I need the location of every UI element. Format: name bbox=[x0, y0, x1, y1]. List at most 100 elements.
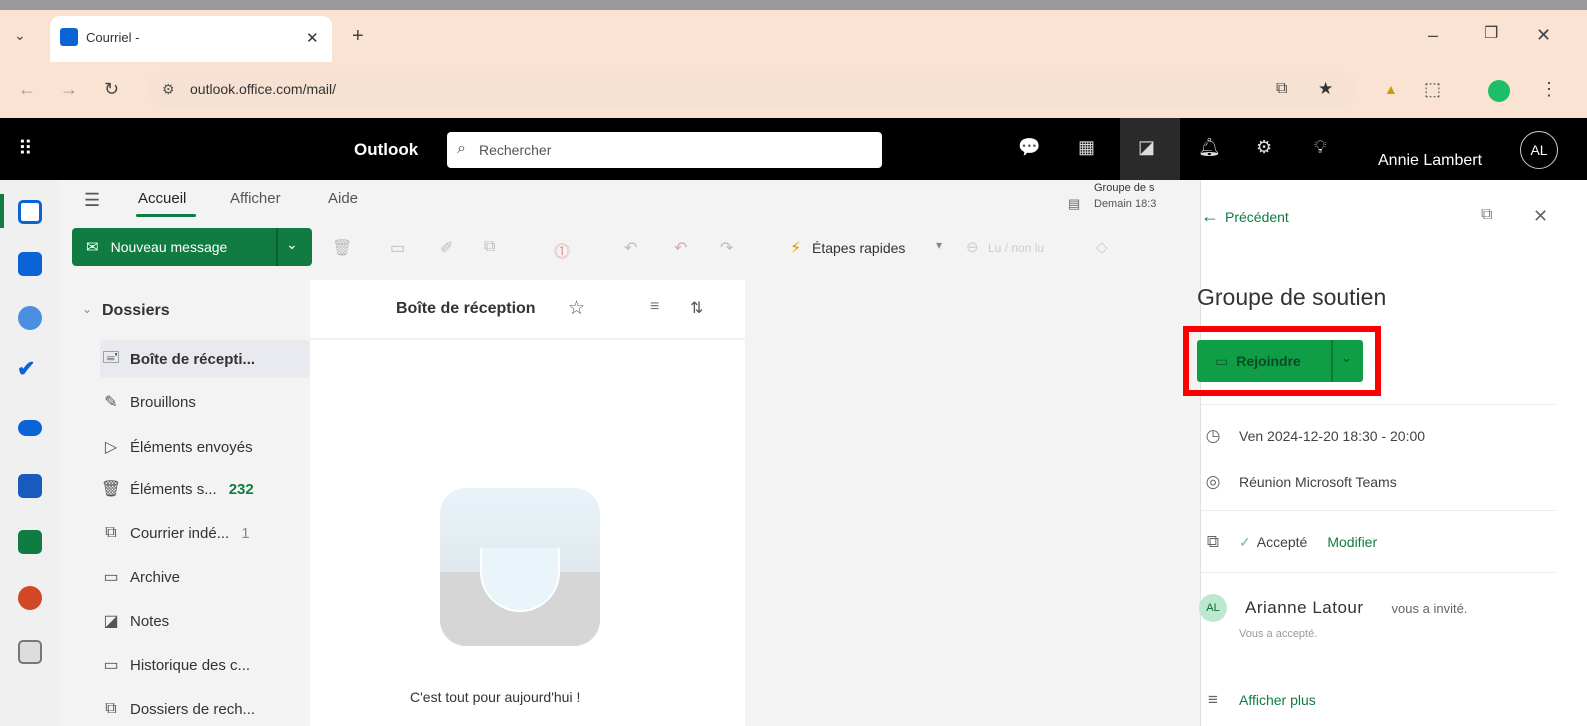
minimize-icon[interactable]: – bbox=[1428, 26, 1438, 44]
forward-mail-icon[interactable]: ↷ bbox=[720, 238, 733, 258]
folder-deleted[interactable]: 🗑︎ Éléments s... 232 bbox=[100, 470, 310, 508]
word-icon[interactable]: ▦ bbox=[1078, 138, 1095, 156]
site-info-icon[interactable]: ⚙ bbox=[162, 81, 175, 98]
outlook-favicon-icon bbox=[60, 28, 78, 46]
reload-icon[interactable]: ↻ bbox=[104, 80, 119, 98]
extension-icon[interactable]: ▲ bbox=[1384, 82, 1398, 96]
cast-icon[interactable]: ⧉ bbox=[1276, 80, 1287, 98]
hamburger-menu-icon[interactable]: ☰ bbox=[84, 190, 100, 211]
show-more-row[interactable]: ≡ Afficher plus bbox=[1201, 690, 1316, 710]
folder-junk[interactable]: ⧉ Courrier indé... 1 bbox=[100, 514, 310, 552]
filter-icon[interactable]: ≡ bbox=[650, 298, 659, 316]
quick-steps-button[interactable]: Étapes rapides bbox=[812, 240, 905, 256]
sweep-icon[interactable]: ✐ bbox=[440, 238, 453, 258]
empty-state-text: C'est tout pour aujourd'hui ! bbox=[410, 689, 581, 705]
tag-icon[interactable]: ◇ bbox=[1096, 238, 1108, 256]
word-app-icon[interactable] bbox=[18, 474, 42, 498]
teams-chat-icon[interactable]: 💬 bbox=[1018, 138, 1040, 156]
address-bar[interactable]: ⚙ outlook.office.com/mail/ ⧉ ★ bbox=[148, 71, 1356, 109]
tab-title: Courriel - bbox=[86, 30, 140, 45]
quick-steps-dropdown-icon[interactable]: ▾ bbox=[936, 238, 942, 252]
list-divider bbox=[310, 338, 745, 340]
back-button[interactable]: ← Précédent bbox=[1201, 206, 1289, 227]
bookmark-star-icon[interactable]: ★ bbox=[1318, 79, 1333, 99]
folder-pane: ⌄ Dossiers 🖃︎ Boîte de récepti... ✎ Brou… bbox=[60, 280, 310, 726]
move-to-icon[interactable]: ⧉ bbox=[484, 238, 495, 256]
show-more-link[interactable]: Afficher plus bbox=[1239, 692, 1316, 708]
organizer-avatar[interactable]: AL bbox=[1199, 594, 1227, 622]
folder-sent[interactable]: ▷ Éléments envoyés bbox=[100, 428, 310, 466]
new-tab-button[interactable]: + bbox=[352, 26, 364, 46]
delete-icon[interactable]: 🗑︎ bbox=[332, 238, 352, 258]
app-launcher-icon[interactable]: ⠿ bbox=[18, 136, 33, 161]
extensions-puzzle-icon[interactable]: ⬚ bbox=[1424, 80, 1441, 98]
settings-gear-icon[interactable]: ⚙ bbox=[1256, 138, 1272, 156]
reply-all-icon[interactable]: ↶ bbox=[674, 238, 687, 258]
reminder-title[interactable]: Groupe de s bbox=[1094, 182, 1155, 194]
bell-icon[interactable]: 🔔︎ bbox=[1198, 138, 1221, 156]
back-label: Précédent bbox=[1225, 208, 1289, 225]
search-input[interactable]: ⌕ Rechercher bbox=[447, 132, 882, 168]
tab-afficher[interactable]: Afficher bbox=[230, 190, 281, 207]
sticky-note-icon[interactable]: ◪ bbox=[1138, 138, 1155, 156]
folder-search-folders[interactable]: ⧉ Dossiers de rech... bbox=[100, 690, 310, 726]
empty-inbox-illustration bbox=[440, 488, 600, 646]
join-dropdown-icon[interactable]: ⌄ bbox=[1341, 350, 1352, 366]
read-unread-button[interactable]: Lu / non lu bbox=[988, 241, 1044, 255]
pane-divider-2 bbox=[1201, 510, 1556, 511]
envelope-icon: ✉ bbox=[86, 239, 99, 256]
profile-icon[interactable] bbox=[1488, 80, 1510, 102]
browser-tab-active[interactable]: Courriel - ✕ bbox=[50, 16, 332, 62]
calendar-icon[interactable] bbox=[18, 252, 42, 276]
new-message-dropdown-icon[interactable]: ⌄ bbox=[286, 236, 298, 253]
lightbulb-icon[interactable]: 💡︎ bbox=[1314, 138, 1327, 156]
tab-accueil[interactable]: Accueil bbox=[138, 190, 186, 207]
browser-menu-icon[interactable]: ⋮ bbox=[1540, 80, 1558, 98]
onedrive-icon[interactable] bbox=[18, 420, 42, 436]
new-message-button[interactable]: ✉ Nouveau message ⌄ bbox=[72, 228, 312, 266]
restore-icon[interactable]: ❐ bbox=[1484, 26, 1498, 42]
close-window-icon[interactable]: ✕ bbox=[1536, 26, 1551, 44]
invite-text: vous a invité. bbox=[1391, 600, 1468, 616]
response-status: Accepté bbox=[1256, 534, 1308, 550]
tab-aide[interactable]: Aide bbox=[328, 190, 358, 207]
sort-icon[interactable]: ⇅ bbox=[690, 298, 703, 318]
modify-link[interactable]: Modifier bbox=[1327, 534, 1377, 550]
join-button[interactable]: ▭ Rejoindre ⌄ bbox=[1197, 340, 1363, 382]
folder-label: Éléments s... bbox=[130, 480, 217, 498]
back-icon[interactable]: ← bbox=[18, 80, 36, 98]
folder-conversation-history[interactable]: ▭ Historique des c... bbox=[100, 646, 310, 684]
excel-app-icon[interactable] bbox=[18, 530, 42, 554]
folder-notes[interactable]: ◪ Notes bbox=[100, 602, 310, 640]
user-avatar[interactable]: AL bbox=[1520, 131, 1558, 169]
more-apps-icon[interactable] bbox=[18, 640, 42, 664]
tab-accueil-underline bbox=[136, 214, 196, 217]
pane-divider bbox=[1201, 404, 1556, 405]
mail-icon[interactable] bbox=[18, 200, 42, 224]
favorite-star-icon[interactable]: ☆ bbox=[568, 297, 585, 320]
folder-archive[interactable]: ▭ Archive bbox=[100, 558, 310, 596]
folder-inbox[interactable]: 🖃︎ Boîte de récepti... bbox=[100, 340, 310, 378]
open-new-window-icon[interactable]: ⧉ bbox=[1481, 206, 1492, 224]
people-icon[interactable] bbox=[18, 306, 42, 330]
note-icon: ◪ bbox=[103, 613, 119, 630]
folders-header[interactable]: Dossiers bbox=[102, 302, 170, 320]
search-folder-icon: ⧉ bbox=[105, 700, 117, 717]
folder-drafts[interactable]: ✎ Brouillons bbox=[100, 383, 310, 421]
archive-icon[interactable]: ▭ bbox=[390, 238, 405, 258]
powerpoint-app-icon[interactable] bbox=[18, 586, 42, 610]
event-detail-pane: ← Précédent ⧉ ✕ Groupe de soutien ▭ Rejo… bbox=[1183, 180, 1587, 726]
tab-close-icon[interactable]: ✕ bbox=[306, 29, 319, 47]
join-split-divider bbox=[1331, 340, 1333, 382]
organizer-name[interactable]: Arianne Latour bbox=[1245, 598, 1364, 618]
forward-icon[interactable]: → bbox=[60, 80, 78, 98]
close-pane-icon[interactable]: ✕ bbox=[1533, 206, 1548, 227]
accepted-note: Vous a accepté. bbox=[1239, 628, 1318, 640]
tab-list-chevron-icon[interactable]: ⌄ bbox=[14, 28, 26, 42]
folders-collapse-icon[interactable]: ⌄ bbox=[82, 302, 92, 316]
new-message-label: Nouveau message bbox=[110, 239, 228, 255]
todo-check-icon[interactable]: ✔ bbox=[17, 356, 35, 382]
report-icon[interactable]: ⓵ bbox=[554, 238, 570, 262]
folder-label: Dossiers de rech... bbox=[130, 700, 256, 718]
reply-icon[interactable]: ↶ bbox=[624, 238, 637, 258]
